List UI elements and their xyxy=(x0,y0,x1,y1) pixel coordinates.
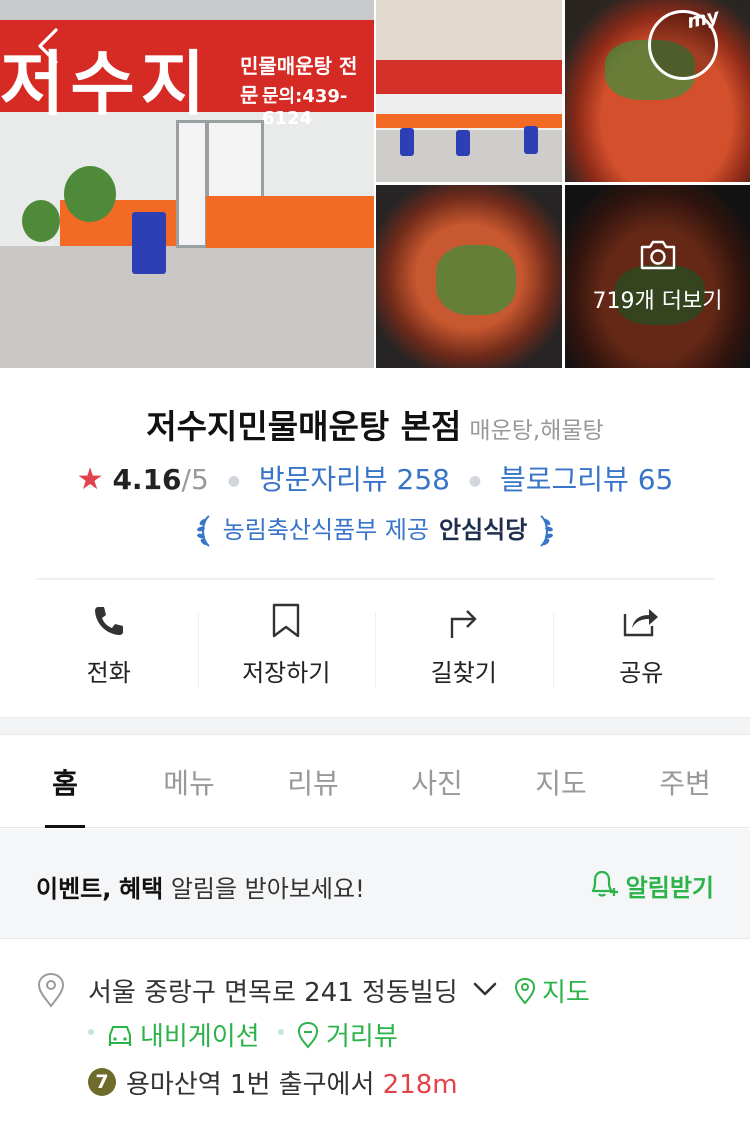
station-distance: 218m xyxy=(382,1070,458,1100)
tab-photo[interactable]: 사진 xyxy=(375,736,499,827)
separator-dot: ● xyxy=(468,473,482,489)
action-bar: 전화 저장하기 길찾기 공유 xyxy=(20,598,730,688)
map-link-label: 지도 xyxy=(542,978,590,1008)
notification-bold-1: 이벤트, xyxy=(36,875,112,903)
camera-icon xyxy=(639,239,677,275)
navigation-link[interactable]: 내비게이션 xyxy=(106,1016,260,1053)
location-pin-icon xyxy=(36,972,66,1008)
call-button[interactable]: 전화 xyxy=(20,598,198,688)
place-detail-page: 저수지 민물매운탕 전문 문의:439-6124 719개 더보기 my 저수지… xyxy=(0,0,750,1121)
back-arrow-icon xyxy=(38,28,58,64)
address-text: 서울 중랑구 면목로 241 정동빌딩 xyxy=(88,978,458,1008)
directions-button[interactable]: 길찾기 xyxy=(375,598,553,688)
rating-score: 4.16 xyxy=(112,463,182,496)
rating-row: ★ 4.16/5 ● 방문자리뷰 258 ● 블로그리뷰 65 xyxy=(0,458,750,498)
navigation-link-label: 내비게이션 xyxy=(140,1022,260,1052)
back-button[interactable] xyxy=(30,26,70,66)
map-link[interactable]: 지도 xyxy=(514,972,590,1009)
address-expand-button[interactable] xyxy=(472,978,498,1000)
orange-panel xyxy=(206,196,374,248)
plant xyxy=(64,166,116,222)
tab-nearby[interactable]: 주변 xyxy=(623,736,747,827)
place-name: 저수지민물매운탕 본점 xyxy=(146,407,462,446)
separator-dot: ● xyxy=(227,473,240,489)
station-name: 용마산역 xyxy=(126,1070,222,1100)
save-button[interactable]: 저장하기 xyxy=(197,598,376,688)
tab-bar: 홈 메뉴 리뷰 사진 지도 주변 xyxy=(0,736,750,828)
bookmark-icon xyxy=(266,602,306,639)
directions-label: 길찾기 xyxy=(430,659,497,687)
star-icon: ★ xyxy=(76,462,104,497)
store-photo-2[interactable] xyxy=(376,0,562,182)
laurel-left-icon xyxy=(196,514,213,548)
subway-line-badge: 7 xyxy=(88,1068,116,1096)
chair xyxy=(456,130,470,156)
notification-banner: 이벤트, 혜택 알림을 받아보세요! 알림받기 xyxy=(0,829,750,939)
notification-rest: 알림을 받아보세요! xyxy=(170,875,365,903)
station-exit: 1번 출구에서 xyxy=(229,1070,375,1100)
safe-restaurant-badge: 농림축산식품부 제공 안심식당 xyxy=(0,510,750,548)
street-view-link[interactable]: 거리뷰 xyxy=(296,1016,398,1053)
directions-icon xyxy=(444,602,484,639)
photo-gallery: 저수지 민물매운탕 전문 문의:439-6124 719개 더보기 my xyxy=(0,0,750,368)
safe-provider: 농림축산식품부 제공 xyxy=(222,516,430,544)
street-view-pin-icon xyxy=(297,1021,319,1049)
bell-plus-icon xyxy=(588,867,620,903)
tab-home[interactable]: 홈 xyxy=(3,736,127,827)
safe-restaurant-name: 안심식당 xyxy=(439,516,528,544)
separator-dot xyxy=(278,1029,284,1035)
chair xyxy=(132,212,166,274)
more-photos-button[interactable]: 719개 더보기 xyxy=(565,185,750,368)
subway-info: 용마산역 1번 출구에서 218m xyxy=(126,1064,458,1101)
notification-bold-2: 혜택 xyxy=(119,875,164,903)
save-label: 저장하기 xyxy=(242,659,331,687)
subscribe-notification-label: 알림받기 xyxy=(625,873,714,902)
rating-max: /5 xyxy=(181,463,209,496)
subscribe-notification-button[interactable]: 알림받기 xyxy=(588,867,714,903)
map-pin-icon xyxy=(514,977,536,1005)
car-icon xyxy=(108,1025,132,1046)
tab-menu[interactable]: 메뉴 xyxy=(127,736,251,827)
divider xyxy=(36,578,714,580)
tab-review[interactable]: 리뷰 xyxy=(251,736,375,827)
section-gap xyxy=(0,717,750,735)
place-category: 매운탕,해물탕 xyxy=(469,418,604,444)
share-label: 공유 xyxy=(619,659,664,687)
street-view-link-label: 거리뷰 xyxy=(326,1022,398,1052)
laurel-right-icon xyxy=(537,514,554,548)
door xyxy=(176,120,208,248)
plant xyxy=(22,200,60,242)
separator-dot xyxy=(88,1029,94,1035)
greens xyxy=(436,245,516,315)
more-photos-label: 719개 더보기 xyxy=(592,288,723,314)
share-button[interactable]: 공유 xyxy=(552,598,731,688)
food-photo-2[interactable] xyxy=(376,185,562,368)
chevron-down-icon xyxy=(473,982,497,996)
chair xyxy=(524,126,538,154)
phone-icon xyxy=(89,602,129,639)
store-sign-phone: 문의:439-6124 xyxy=(262,86,348,129)
notification-text: 이벤트, 혜택 알림을 받아보세요! xyxy=(36,869,365,904)
tab-map[interactable]: 지도 xyxy=(499,736,623,827)
share-icon xyxy=(621,602,661,639)
visitor-reviews-link[interactable]: 방문자리뷰 258 xyxy=(259,463,450,496)
call-label: 전화 xyxy=(86,659,131,687)
blog-reviews-link[interactable]: 블로그리뷰 65 xyxy=(500,463,673,496)
chair xyxy=(400,128,414,156)
place-title-row: 저수지민물매운탕 본점 매운탕,해물탕 xyxy=(0,400,750,448)
